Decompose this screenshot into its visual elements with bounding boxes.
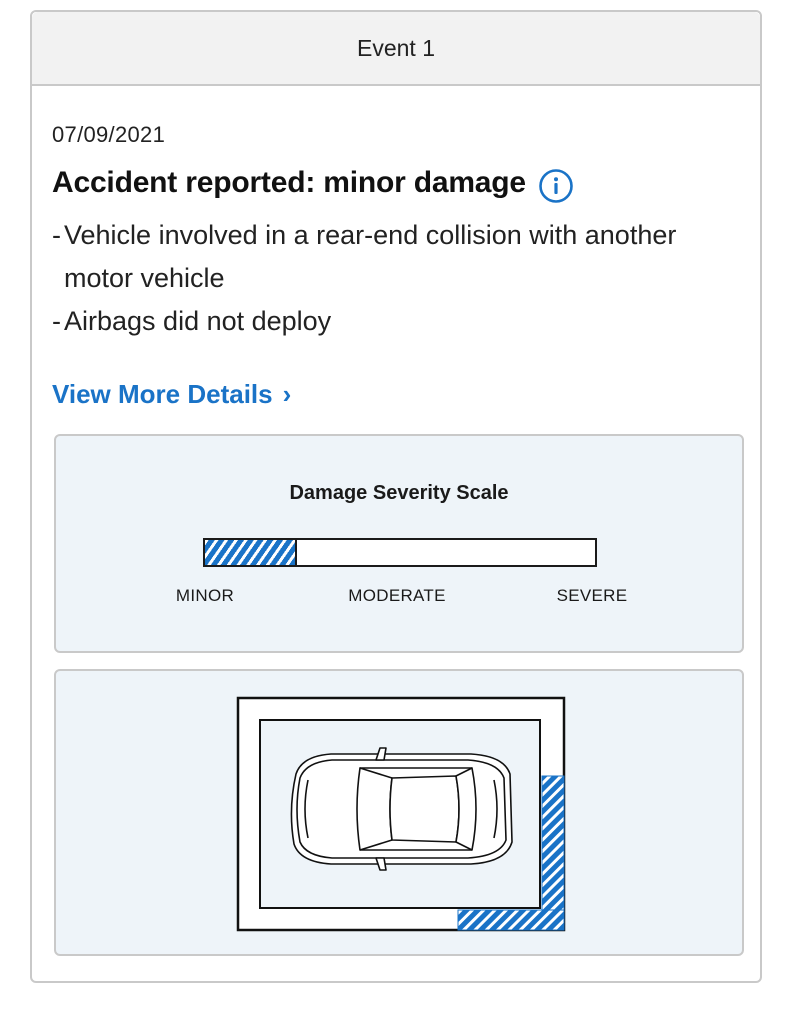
event-header: Event 1 — [32, 12, 760, 86]
car-top-view-icon — [290, 747, 513, 871]
damage-diagram-panel — [54, 669, 744, 956]
event-title: Accident reported: minor damage — [52, 166, 526, 199]
severity-bar — [203, 538, 597, 567]
view-more-details-link[interactable]: View More Details › — [52, 379, 291, 410]
detail-item: Vehicle involved in a rear-end collision… — [52, 214, 744, 300]
severity-label-severe: SEVERE — [556, 586, 628, 605]
severity-scale-title: Damage Severity Scale — [289, 482, 509, 504]
detail-item: Airbags did not deploy — [52, 300, 744, 343]
severity-label-minor: MINOR — [175, 586, 235, 605]
event-details-list: Vehicle involved in a rear-end collision… — [52, 214, 740, 343]
event-date: 07/09/2021 — [52, 122, 166, 147]
event-title-row: Accident reported: minor damage — [52, 162, 740, 204]
chevron-right-icon: › — [282, 379, 292, 409]
severity-label-moderate: MODERATE — [348, 586, 446, 605]
view-more-label: View More Details — [52, 379, 273, 409]
event-card: Event 1 07/09/2021 Accident reported: mi… — [30, 10, 762, 983]
severity-scale-panel: Damage Severity Scale MINOR MODERATE SEV… — [54, 434, 744, 653]
event-content: 07/09/2021 Accident reported: minor dama… — [32, 122, 760, 410]
damage-location-diagram — [236, 696, 566, 932]
info-icon[interactable] — [538, 168, 574, 204]
severity-bar-fill — [205, 540, 297, 565]
